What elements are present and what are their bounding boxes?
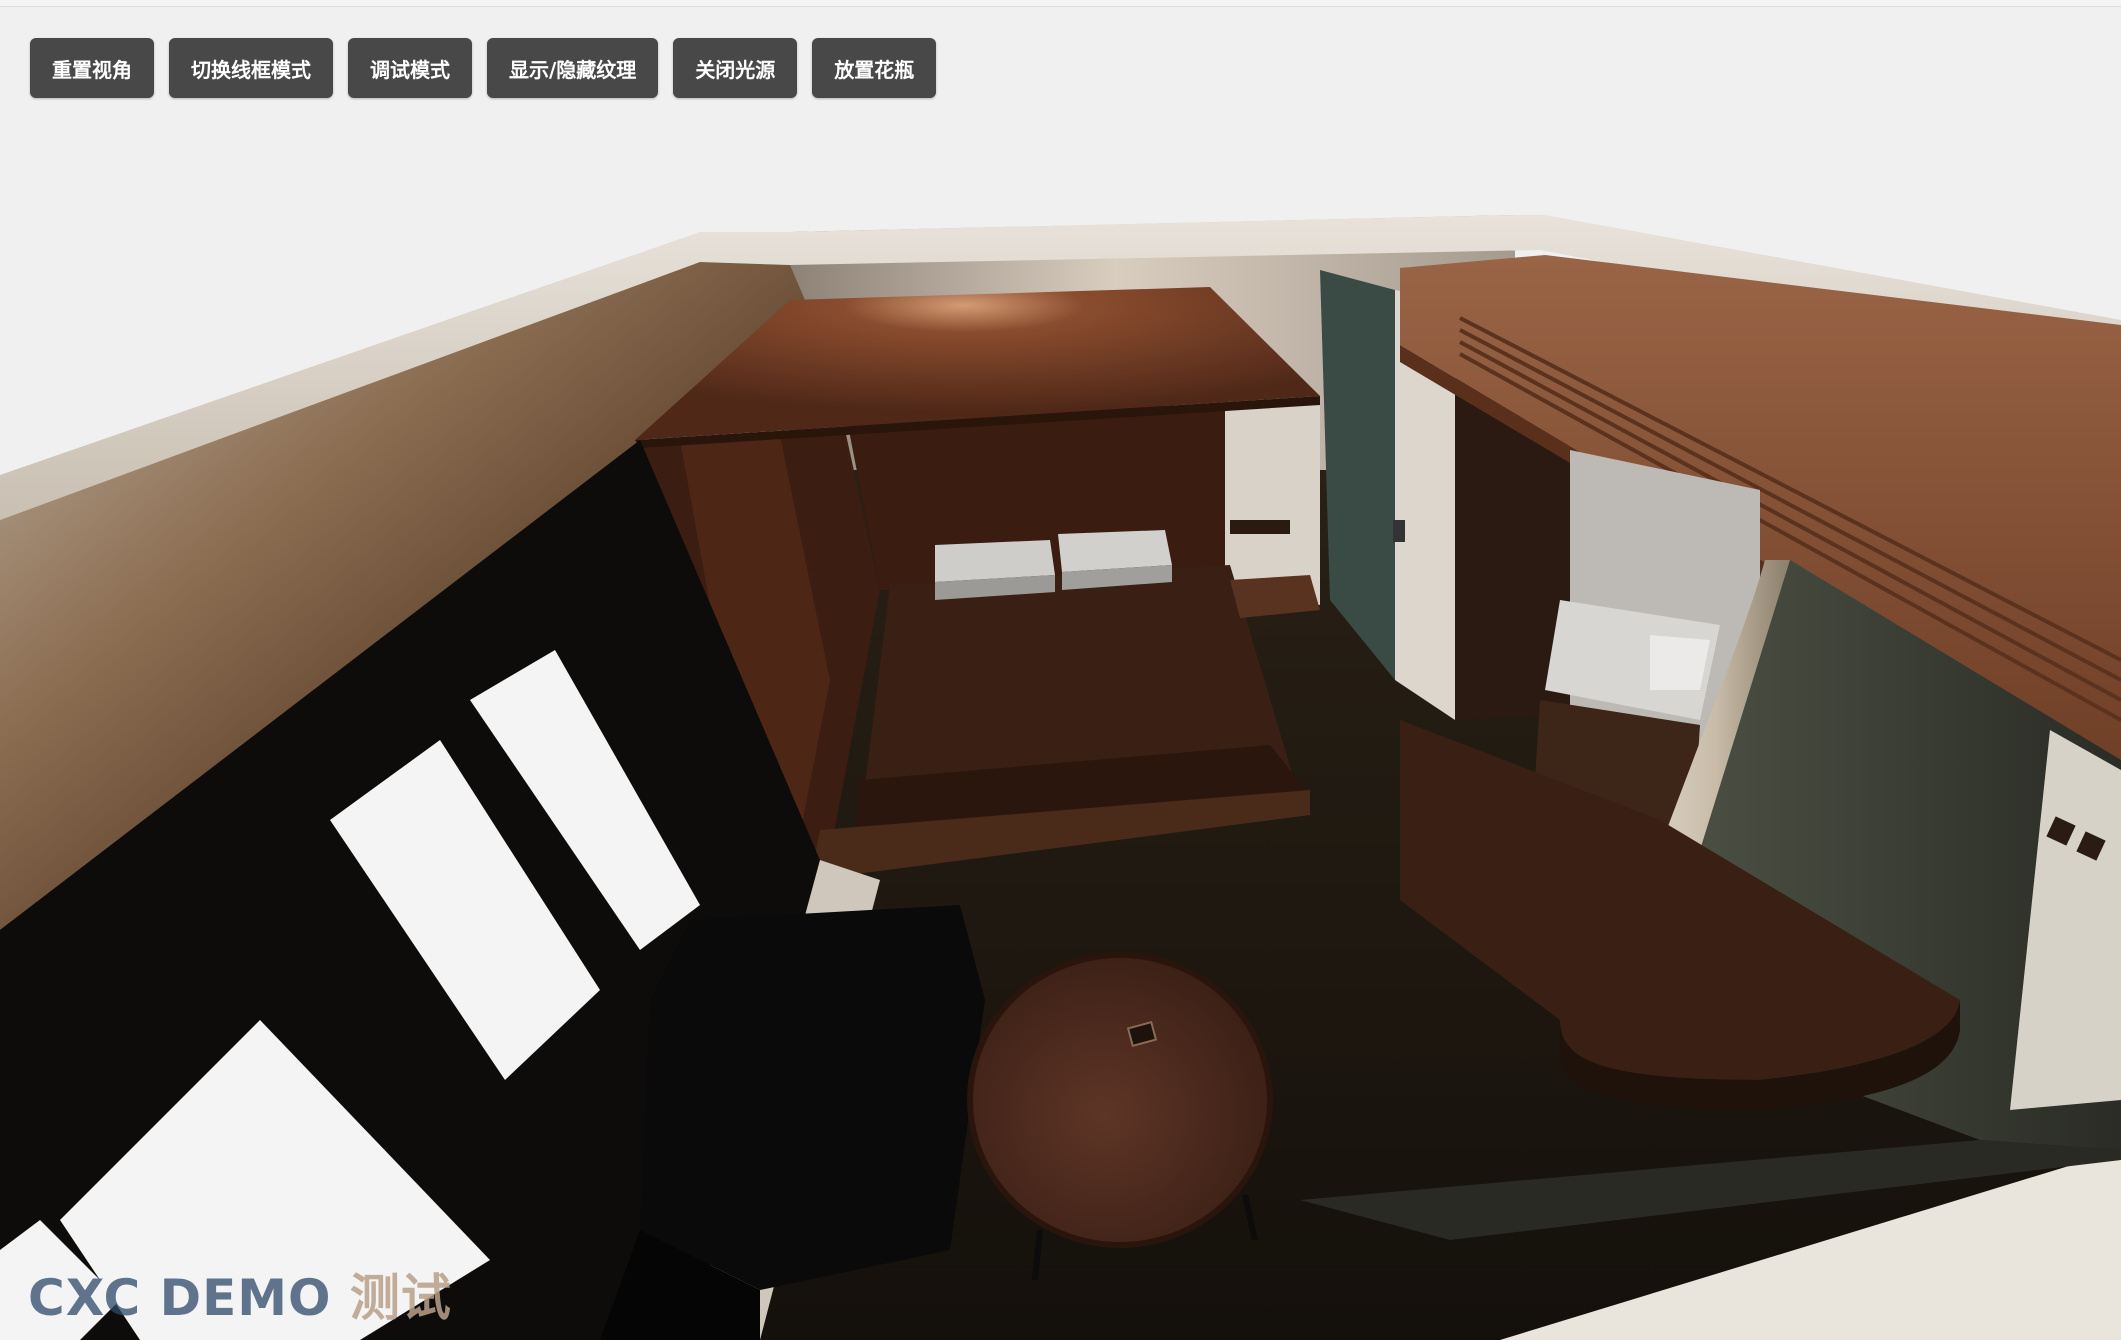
reset-view-button[interactable]: 重置视角: [30, 38, 154, 98]
toolbar: 重置视角 切换线框模式 调试模式 显示/隐藏纹理 关闭光源 放置花瓶: [30, 38, 937, 98]
watermark-test-text: 测试: [349, 1269, 452, 1327]
demo-watermark: CXC DEMO 测试: [28, 1258, 452, 1330]
toggle-light-button[interactable]: 关闭光源: [673, 38, 798, 98]
toggle-wireframe-button[interactable]: 切换线框模式: [169, 38, 333, 98]
3d-viewport[interactable]: [0, 0, 2121, 1340]
place-vase-button[interactable]: 放置花瓶: [812, 38, 937, 98]
toggle-texture-button[interactable]: 显示/隐藏纹理: [487, 38, 659, 98]
watermark-brand-text: CXC DEMO: [28, 1269, 332, 1327]
debug-mode-button[interactable]: 调试模式: [348, 38, 472, 98]
